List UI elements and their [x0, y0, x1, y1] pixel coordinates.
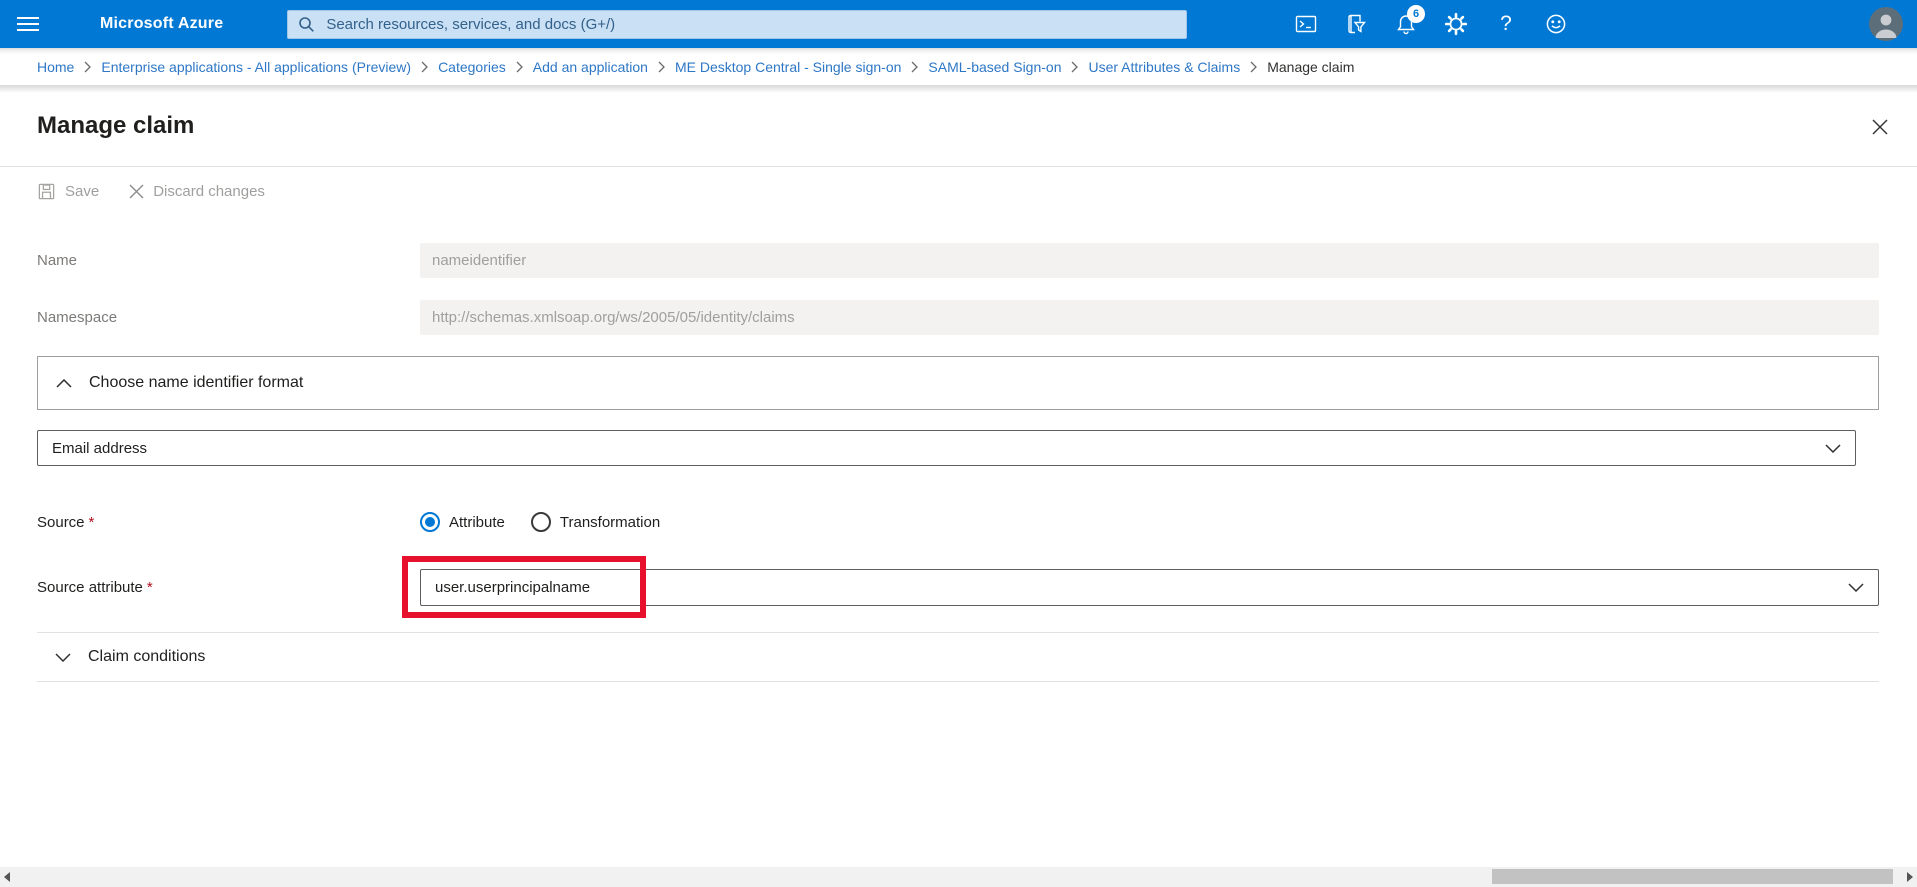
source-radio-group: Attribute Transformation: [420, 512, 660, 532]
breadcrumb-categories[interactable]: Categories: [438, 59, 506, 75]
breadcrumb-single-sign-on[interactable]: ME Desktop Central - Single sign-on: [675, 59, 901, 75]
namespace-input: http://schemas.xmlsoap.org/ws/2005/05/id…: [420, 300, 1879, 335]
chevron-right-icon: [421, 61, 428, 73]
breadcrumb-home[interactable]: Home: [37, 59, 74, 75]
directory-filter-button[interactable]: [1331, 0, 1381, 48]
save-button[interactable]: Save: [37, 182, 99, 201]
breadcrumb: Home Enterprise applications - All appli…: [0, 48, 1917, 85]
notifications-button[interactable]: 6: [1381, 0, 1431, 48]
chevron-right-icon: [1071, 61, 1079, 73]
scroll-right-arrow[interactable]: [1904, 867, 1916, 887]
top-bar: Microsoft Azure Search resources, servic…: [0, 0, 1917, 48]
cloud-shell-icon: [1294, 12, 1318, 36]
source-attribute-radio[interactable]: Attribute: [420, 512, 505, 532]
scroll-left-arrow[interactable]: [1, 867, 13, 887]
chevron-right-icon: [658, 61, 665, 73]
source-attribute-label: Source attribute *: [37, 579, 153, 596]
attribute-radio-label: Attribute: [449, 513, 505, 531]
radio-selected-icon: [420, 512, 440, 532]
chevron-right-icon: [84, 61, 92, 73]
breadcrumb-enterprise-applications[interactable]: Enterprise applications - All applicatio…: [101, 59, 411, 75]
gear-icon: [1444, 12, 1468, 36]
feedback-button[interactable]: [1531, 0, 1581, 48]
blade-shadow: [0, 85, 1917, 93]
azure-brand-title: Microsoft Azure: [100, 15, 224, 32]
save-icon: [37, 182, 56, 201]
chevron-right-icon: [1250, 61, 1258, 73]
chevron-right-icon: [516, 61, 523, 73]
transformation-radio-label: Transformation: [559, 513, 661, 531]
topbar-icons: 6 ?: [1281, 0, 1581, 48]
required-asterisk: *: [88, 513, 95, 531]
name-label: Name: [37, 252, 78, 269]
source-transformation-radio[interactable]: Transformation: [530, 512, 661, 532]
chevron-down-icon: [1825, 443, 1841, 453]
global-search-input[interactable]: [324, 14, 1177, 34]
radio-unselected-icon: [530, 512, 551, 532]
discard-changes-button[interactable]: Discard changes: [129, 183, 265, 200]
directory-filter-icon: [1344, 12, 1368, 36]
save-label: Save: [65, 182, 100, 200]
account-menu[interactable]: [1869, 7, 1903, 41]
breadcrumb-user-attributes-claims[interactable]: User Attributes & Claims: [1088, 59, 1240, 75]
chevron-down-icon: [55, 652, 71, 662]
smiley-icon: [1544, 12, 1568, 36]
page-title: Manage claim: [37, 112, 195, 139]
name-input: nameidentifier: [420, 243, 1879, 278]
name-identifier-format-select[interactable]: Email address: [37, 430, 1856, 466]
command-bar: Save Discard changes: [0, 167, 1917, 215]
source-label: Source *: [37, 513, 95, 531]
manage-claim-form: Name nameidentifier Namespace http://sch…: [0, 243, 1917, 682]
chevron-right-icon: [911, 61, 919, 73]
global-search-box[interactable]: [287, 9, 1188, 39]
discard-changes-label: Discard changes: [153, 182, 265, 200]
horizontal-scrollbar[interactable]: [0, 867, 1917, 887]
choose-name-identifier-format-section[interactable]: Choose name identifier format: [37, 356, 1879, 410]
breadcrumb-manage-claim: Manage claim: [1267, 58, 1355, 75]
help-button[interactable]: ?: [1481, 0, 1531, 48]
close-blade-button[interactable]: [1865, 112, 1895, 142]
chevron-up-icon: [56, 378, 72, 388]
close-icon: [1872, 119, 1888, 135]
notification-count-badge: 6: [1407, 5, 1425, 23]
help-icon: ?: [1500, 12, 1512, 35]
settings-button[interactable]: [1431, 0, 1481, 48]
claim-conditions-label: Claim conditions: [88, 648, 206, 665]
breadcrumb-add-an-application[interactable]: Add an application: [533, 59, 648, 75]
source-attribute-combobox[interactable]: user.userprincipalname: [420, 569, 1879, 606]
cloud-shell-button[interactable]: [1281, 0, 1331, 48]
selected-format-value: Email address: [52, 439, 148, 457]
avatar[interactable]: [1869, 7, 1903, 41]
search-icon: [298, 16, 315, 33]
claim-conditions-section[interactable]: Claim conditions: [37, 633, 1879, 681]
breadcrumb-saml-based-sign-on[interactable]: SAML-based Sign-on: [928, 59, 1061, 75]
scrollbar-thumb[interactable]: [1492, 869, 1893, 884]
hamburger-menu-icon[interactable]: [0, 0, 56, 48]
section-label: Choose name identifier format: [89, 374, 304, 391]
source-attribute-value: user.userprincipalname: [435, 579, 591, 596]
required-asterisk: *: [146, 579, 153, 596]
chevron-down-icon: [1848, 583, 1864, 592]
discard-x-icon: [129, 184, 144, 199]
namespace-label: Namespace: [37, 309, 118, 326]
section-divider: [37, 681, 1879, 682]
